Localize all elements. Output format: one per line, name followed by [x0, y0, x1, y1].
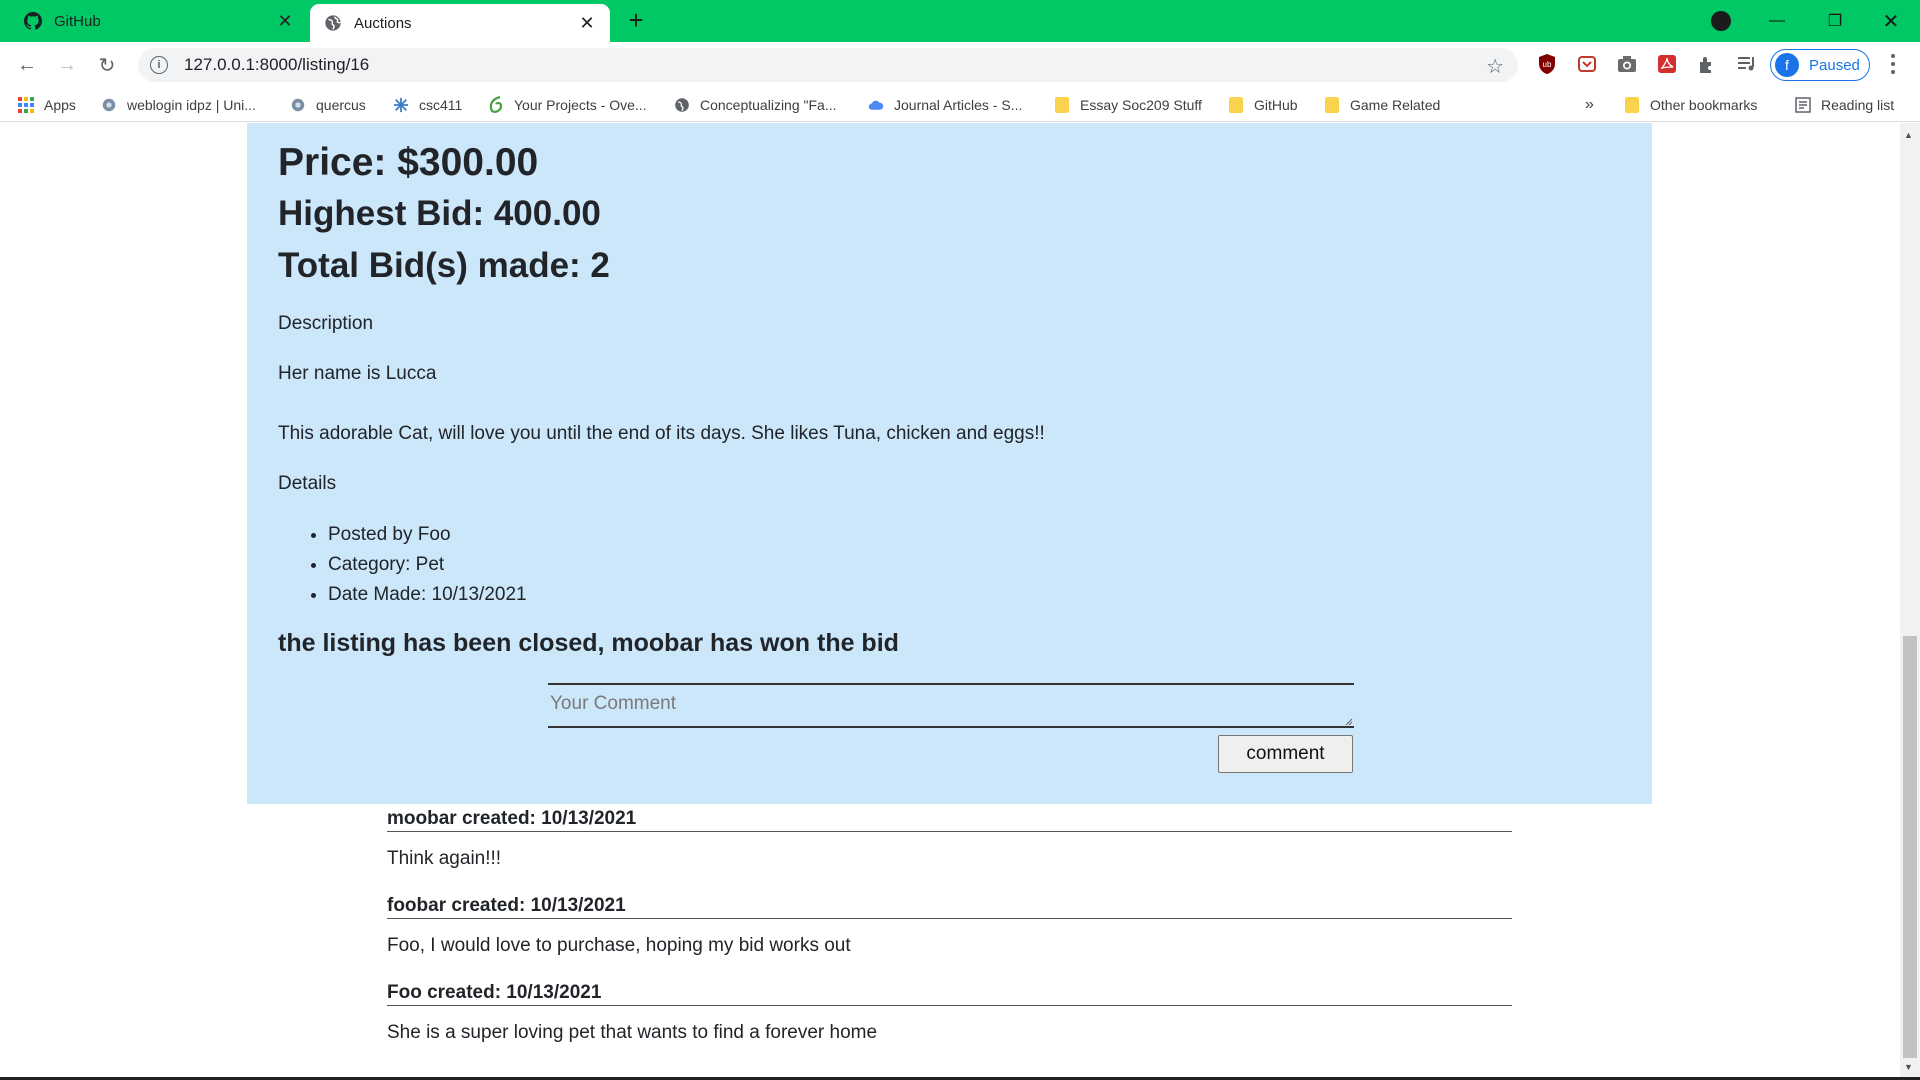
profile-button[interactable]: f Paused — [1770, 49, 1870, 81]
new-tab-button[interactable]: + — [622, 5, 650, 35]
bookmark-csc411[interactable]: csc411 — [393, 88, 462, 122]
comment-header: Foo created: 10/13/2021 — [387, 982, 1512, 1006]
minimize-icon[interactable]: — — [1748, 0, 1806, 42]
svg-text:ub: ub — [1543, 60, 1552, 69]
folder-icon — [1324, 97, 1340, 113]
extensions-icon[interactable] — [1696, 53, 1718, 75]
bookmark-folder-game-related[interactable]: Game Related — [1324, 88, 1440, 122]
globe-icon — [324, 14, 342, 32]
tab-github[interactable]: GitHub ✕ — [0, 0, 308, 42]
tab-title: Auctions — [354, 14, 412, 32]
bookmark-folder-github[interactable]: GitHub — [1228, 88, 1298, 122]
overleaf-icon — [488, 96, 504, 113]
ublock-icon[interactable]: ub — [1536, 53, 1558, 75]
bookmark-star-icon[interactable]: ☆ — [1486, 54, 1504, 79]
tab-strip: GitHub ✕ Auctions ✕ + — ❐ ✕ — [0, 0, 1920, 42]
listing-panel: Price: $300.00 Highest Bid: 400.00 Total… — [247, 123, 1652, 804]
comment-input[interactable] — [548, 683, 1354, 728]
detail-posted-by: Posted by Foo — [328, 520, 527, 550]
folder-icon — [1228, 97, 1244, 113]
pdf-icon[interactable] — [1656, 53, 1678, 75]
forward-icon[interactable]: → — [52, 50, 82, 80]
bookmark-weblogin[interactable]: weblogin idpz | Uni... — [101, 88, 256, 122]
reading-list-icon — [1795, 97, 1811, 113]
comment-button[interactable]: comment — [1218, 735, 1353, 773]
scrollbar-thumb[interactable] — [1903, 636, 1917, 1058]
menu-icon[interactable] — [1885, 52, 1901, 76]
bookmark-other-bookmarks[interactable]: Other bookmarks — [1624, 88, 1757, 122]
back-icon[interactable]: ← — [12, 50, 42, 80]
comment-header: moobar created: 10/13/2021 — [387, 808, 1512, 832]
csc411-icon — [393, 97, 409, 113]
bookmark-conceptualizing[interactable]: Conceptualizing "Fa... — [674, 88, 837, 122]
tab-title: GitHub — [54, 12, 101, 30]
quercus-icon — [290, 97, 306, 113]
folder-icon — [1624, 97, 1640, 113]
restore-icon[interactable]: ❐ — [1806, 0, 1864, 42]
page-viewport: Price: $300.00 Highest Bid: 400.00 Total… — [0, 123, 1900, 1078]
details-list: Posted by Foo Category: Pet Date Made: 1… — [328, 520, 527, 610]
globe-icon — [674, 97, 690, 113]
bookmark-overleaf[interactable]: Your Projects - Ove... — [488, 88, 647, 122]
reading-list-button[interactable]: Reading list — [1795, 88, 1894, 122]
bookmark-quercus[interactable]: quercus — [290, 88, 366, 122]
comment-header: foobar created: 10/13/2021 — [387, 895, 1512, 919]
github-icon — [24, 12, 42, 30]
comment-body: Think again!!! — [387, 848, 502, 869]
comment-body: She is a super loving pet that wants to … — [387, 1022, 878, 1043]
description-name: Her name is Lucca — [278, 363, 437, 384]
pocket-icon[interactable] — [1576, 53, 1598, 75]
site-info-icon[interactable]: i — [150, 56, 168, 74]
comment-body: Foo, I would love to purchase, hoping my… — [387, 935, 851, 956]
scroll-down-arrow-icon[interactable]: ▼ — [1904, 1062, 1913, 1072]
weblogin-icon — [101, 97, 117, 113]
url-text: 127.0.0.1:8000/listing/16 — [184, 55, 370, 74]
tab-search-icon[interactable] — [1711, 11, 1731, 31]
bookmark-journal-articles[interactable]: Journal Articles - S... — [868, 88, 1022, 122]
total-bids: Total Bid(s) made: 2 — [278, 246, 610, 285]
description-text: This adorable Cat, will love you until t… — [278, 423, 1045, 444]
camera-icon[interactable] — [1616, 53, 1638, 75]
close-window-icon[interactable]: ✕ — [1862, 0, 1920, 42]
tab-auctions[interactable]: Auctions ✕ — [310, 4, 610, 42]
bookmark-apps[interactable]: Apps — [18, 88, 76, 122]
apps-grid-icon — [18, 97, 34, 113]
description-heading: Description — [278, 313, 374, 334]
scroll-up-arrow-icon[interactable]: ▲ — [1904, 130, 1913, 140]
bookmarks-overflow-button[interactable]: » — [1585, 88, 1594, 122]
listing-closed-message: the listing has been closed, moobar has … — [278, 629, 899, 657]
highest-bid: Highest Bid: 400.00 — [278, 194, 601, 233]
listing-price: Price: $300.00 — [278, 141, 539, 184]
close-icon[interactable]: ✕ — [274, 10, 296, 32]
close-icon[interactable]: ✕ — [576, 12, 598, 34]
detail-date-made: Date Made: 10/13/2021 — [328, 580, 527, 610]
cloud-icon — [868, 97, 884, 113]
resize-handle-icon[interactable] — [1343, 716, 1353, 726]
details-heading: Details — [278, 473, 337, 494]
profile-status: Paused — [1809, 56, 1860, 74]
avatar: f — [1775, 53, 1799, 77]
reload-icon[interactable]: ↻ — [92, 50, 122, 80]
detail-category: Category: Pet — [328, 550, 527, 580]
folder-icon — [1054, 97, 1070, 113]
media-control-icon[interactable] — [1736, 53, 1758, 75]
bookmarks-bar: Apps weblogin idpz | Uni... quercus csc4… — [0, 88, 1920, 122]
bookmark-folder-essay[interactable]: Essay Soc209 Stuff — [1054, 88, 1202, 122]
address-bar[interactable]: i 127.0.0.1:8000/listing/16 ☆ — [138, 48, 1518, 82]
